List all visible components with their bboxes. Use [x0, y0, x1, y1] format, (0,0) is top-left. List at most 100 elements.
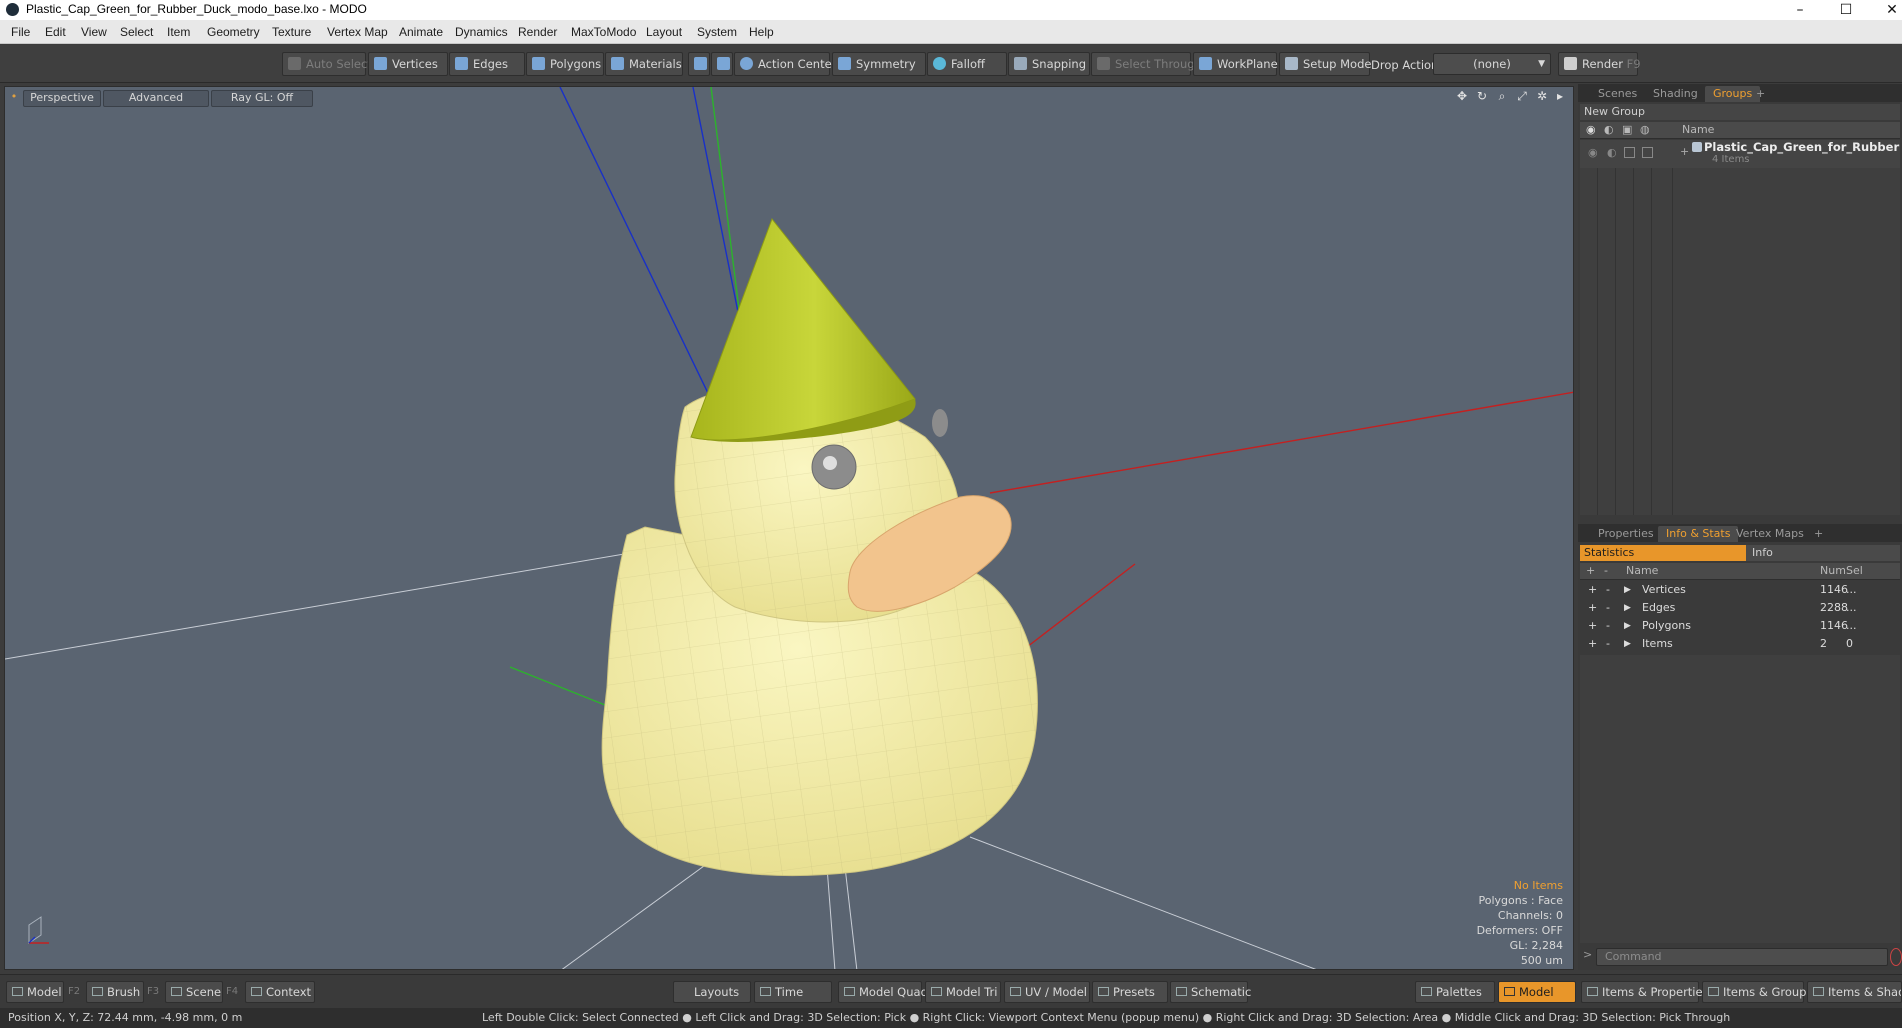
setup-mode-button[interactable]: Setup Mode: [1279, 52, 1371, 76]
menu-item[interactable]: Item: [167, 25, 190, 39]
model-quad-button[interactable]: Model Quad: [838, 981, 928, 1003]
tab-ray-gl[interactable]: Ray GL: Off: [211, 90, 313, 107]
stats-row-vertices[interactable]: + - ▶ Vertices 1146 ...: [1580, 581, 1900, 599]
tab-perspective[interactable]: Perspective: [23, 90, 101, 107]
select-mode-a-button[interactable]: [688, 52, 710, 76]
minimize-button[interactable]: –: [1780, 0, 1820, 20]
expand-all-icon[interactable]: +: [1586, 563, 1595, 579]
stats-row-items[interactable]: + - ▶ Items 2 0: [1580, 635, 1900, 653]
tab-advanced[interactable]: Advanced: [103, 90, 209, 107]
stats-row-edges[interactable]: + - ▶ Edges 2288 ...: [1580, 599, 1900, 617]
record-icon[interactable]: [1890, 948, 1902, 966]
materials-button[interactable]: Materials: [605, 52, 683, 76]
settings-gear-icon[interactable]: ✲: [1535, 89, 1549, 103]
menu-file[interactable]: File: [11, 25, 30, 39]
tab-scenes[interactable]: Scenes: [1590, 86, 1645, 102]
menu-vertex-map[interactable]: Vertex Map: [327, 25, 388, 39]
drop-action-select[interactable]: (none) ▼: [1433, 53, 1551, 75]
render-button[interactable]: Render F9: [1558, 52, 1641, 76]
presets-button[interactable]: Presets: [1092, 981, 1168, 1003]
menu-texture[interactable]: Texture: [272, 25, 311, 39]
render-column-icon[interactable]: ◐: [1604, 122, 1614, 138]
time-button[interactable]: Time: [754, 981, 832, 1003]
menu-help[interactable]: Help: [749, 25, 774, 39]
menu-geometry[interactable]: Geometry: [207, 25, 260, 39]
model-mode-button[interactable]: Model: [1498, 981, 1576, 1003]
menu-view[interactable]: View: [81, 25, 107, 39]
fit-icon[interactable]: ⤢: [1515, 89, 1529, 103]
stats-sel-header[interactable]: Sel: [1846, 563, 1863, 579]
add-tab-button[interactable]: +: [1748, 86, 1773, 102]
new-group-button[interactable]: New Group: [1580, 104, 1900, 120]
snapping-button[interactable]: Snapping: [1008, 52, 1090, 76]
menu-select[interactable]: Select: [120, 25, 153, 39]
3d-viewport[interactable]: • Perspective Advanced Ray GL: Off ✥ ↻ ⌕…: [4, 86, 1574, 970]
vertices-button[interactable]: Vertices: [368, 52, 448, 76]
model-tri-button[interactable]: Model Tri: [925, 981, 1001, 1003]
menu-layout[interactable]: Layout: [646, 25, 682, 39]
expand-arrow-icon[interactable]: ▶: [1624, 599, 1631, 617]
tab-statistics[interactable]: Statistics: [1580, 545, 1746, 561]
stats-num-header[interactable]: Num: [1820, 563, 1846, 579]
palettes-button[interactable]: Palettes: [1415, 981, 1495, 1003]
model-layout-button[interactable]: Model: [6, 981, 64, 1003]
menu-maxtomodo[interactable]: MaxToModo: [571, 25, 636, 39]
symmetry-button[interactable]: Symmetry: [832, 52, 926, 76]
visibility-column-icon[interactable]: ◉: [1586, 122, 1596, 138]
collapse-all-icon[interactable]: -: [1604, 563, 1608, 579]
stats-row-polygons[interactable]: + - ▶ Polygons 1146 ...: [1580, 617, 1900, 635]
falloff-button[interactable]: Falloff: [927, 52, 1007, 76]
eye-icon[interactable]: ◉: [1588, 146, 1598, 159]
scene-layout-button[interactable]: Scene: [165, 981, 223, 1003]
render-toggle-icon[interactable]: ◐: [1607, 146, 1617, 159]
expand-arrow-icon[interactable]: ▶: [1624, 635, 1631, 653]
menu-animate[interactable]: Animate: [399, 25, 443, 39]
expand-arrow-icon[interactable]: ▶: [1624, 581, 1631, 599]
add-info-tab-button[interactable]: +: [1806, 526, 1831, 542]
tab-info-stats[interactable]: Info & Stats: [1658, 526, 1739, 542]
tab-shading[interactable]: Shading: [1645, 86, 1706, 102]
groups-list-area[interactable]: [1580, 168, 1900, 515]
context-layout-button[interactable]: Context: [245, 981, 315, 1003]
uv-model-button[interactable]: UV / Model: [1004, 981, 1090, 1003]
name-column-header[interactable]: Name: [1682, 122, 1714, 138]
items-properties-button[interactable]: Items & Properties: [1581, 981, 1709, 1003]
close-button[interactable]: ✕: [1872, 0, 1902, 20]
polygons-button[interactable]: Polygons: [526, 52, 604, 76]
layouts-button[interactable]: Layouts: [673, 981, 751, 1003]
select-mode-b-button[interactable]: [711, 52, 733, 76]
maximize-button[interactable]: ☐: [1826, 0, 1866, 20]
workplane-button[interactable]: WorkPlane: [1193, 52, 1278, 76]
select-toggle-icon[interactable]: [1642, 147, 1653, 158]
lock-toggle-icon[interactable]: [1624, 147, 1635, 158]
schematic-button[interactable]: Schematic: [1170, 981, 1251, 1003]
select-through-button[interactable]: Select Through: [1091, 52, 1202, 76]
brush-layout-button[interactable]: Brush: [86, 981, 144, 1003]
items-groups-button[interactable]: Items & Groups: [1702, 981, 1812, 1003]
command-input[interactable]: Command: [1596, 948, 1888, 966]
expand-arrow-icon[interactable]: ▸: [1553, 89, 1567, 103]
expand-arrow-icon[interactable]: ▶: [1624, 617, 1631, 635]
viewport-menu-icon[interactable]: •: [9, 90, 19, 105]
rubber-duck-model[interactable]: [601, 217, 1038, 877]
menu-dynamics[interactable]: Dynamics: [455, 25, 508, 39]
pan-icon[interactable]: ✥: [1455, 89, 1469, 103]
edges-button[interactable]: Edges: [449, 52, 525, 76]
tab-info[interactable]: Info: [1746, 545, 1900, 561]
lock-column-icon[interactable]: ▣: [1622, 122, 1632, 138]
action-center-button[interactable]: Action Center: [734, 52, 836, 76]
tab-vertex-maps[interactable]: Vertex Maps: [1728, 526, 1812, 542]
menu-edit[interactable]: Edit: [45, 25, 66, 39]
layout-icon: [12, 987, 23, 996]
stats-name-header[interactable]: Name: [1626, 563, 1658, 579]
items-shading-button[interactable]: Items & Shadin: [1807, 981, 1902, 1003]
menu-render[interactable]: Render: [518, 25, 557, 39]
menu-system[interactable]: System: [697, 25, 737, 39]
auto-select-button[interactable]: Auto Select: [282, 52, 372, 76]
tab-properties[interactable]: Properties: [1590, 526, 1662, 542]
select-column-icon[interactable]: ◍: [1640, 122, 1650, 138]
rotate-icon[interactable]: ↻: [1475, 89, 1489, 103]
group-row[interactable]: ◉ ◐ + Plastic_Cap_Green_for_Rubber ... 4…: [1580, 140, 1902, 168]
expand-plus-icon[interactable]: +: [1680, 145, 1689, 158]
zoom-icon[interactable]: ⌕: [1495, 89, 1509, 103]
